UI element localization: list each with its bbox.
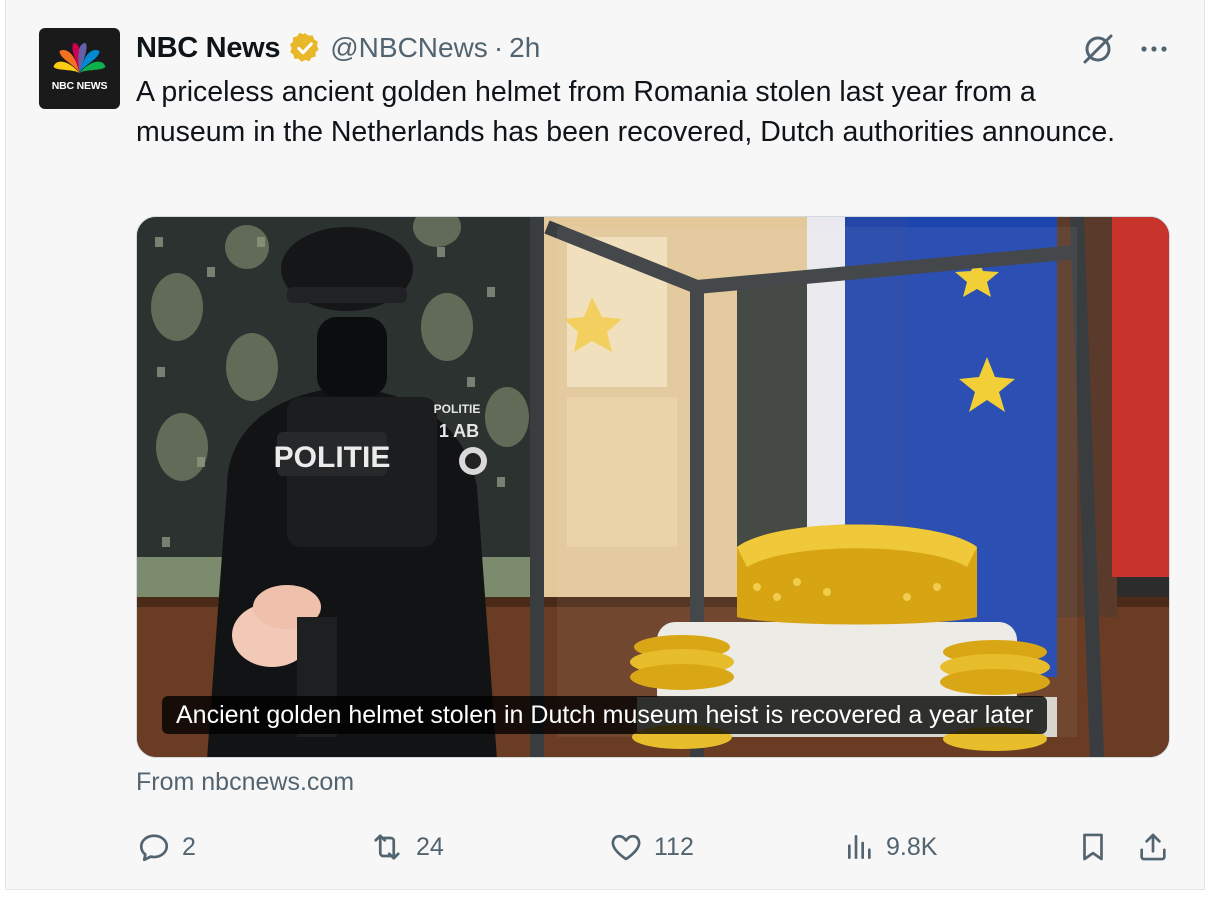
news-photo: POLITIE POLITIE 1 AB <box>137 217 1169 757</box>
reply-button[interactable]: 2 <box>136 825 196 869</box>
shoulder-patch-line1: POLITIE <box>434 402 481 416</box>
repost-button[interactable]: 24 <box>368 825 444 869</box>
reply-count: 2 <box>182 832 196 861</box>
views-icon <box>848 835 871 859</box>
media-caption: Ancient golden helmet stolen in Dutch mu… <box>162 696 1048 734</box>
handle[interactable]: @NBCNews <box>330 32 488 64</box>
link-source[interactable]: From nbcnews.com <box>136 768 354 797</box>
repost-icon <box>374 834 400 860</box>
like-icon <box>611 834 641 861</box>
share-button[interactable] <box>1136 825 1170 869</box>
tweet-text: A priceless ancient golden helmet from R… <box>136 76 1116 148</box>
bookmark-icon <box>1083 833 1103 861</box>
grok-icon[interactable] <box>1081 32 1115 66</box>
like-count: 112 <box>654 832 694 861</box>
tweet-card[interactable]: NBC NEWS NBC News @NBCNews · 2h A pricel… <box>5 0 1205 890</box>
more-icon[interactable] <box>1138 35 1170 63</box>
repost-count: 24 <box>416 832 444 861</box>
share-icon <box>1140 833 1166 861</box>
views-count: 9.8K <box>886 832 938 861</box>
separator-dot: · <box>493 32 504 63</box>
shoulder-patch-line2: 1 AB <box>439 421 479 441</box>
action-bar: 2 24 112 9.8K <box>136 825 1176 869</box>
link-card-image[interactable]: POLITIE POLITIE 1 AB Ancient golden helm… <box>136 216 1170 758</box>
like-button[interactable]: 112 <box>608 825 694 869</box>
avatar-logo-text: NBC NEWS <box>51 80 108 92</box>
views-button[interactable]: 9.8K <box>844 825 937 869</box>
verified-badge-icon[interactable] <box>288 31 322 65</box>
timestamp[interactable]: 2h <box>509 32 540 64</box>
tweet-header: NBC News @NBCNews · 2h <box>136 28 540 68</box>
reply-icon <box>139 834 169 862</box>
avatar[interactable]: NBC NEWS <box>39 28 120 109</box>
vest-label: POLITIE <box>274 441 391 474</box>
nbc-peacock-icon <box>53 43 106 73</box>
display-name[interactable]: NBC News <box>136 32 281 65</box>
bookmark-button[interactable] <box>1076 825 1110 869</box>
